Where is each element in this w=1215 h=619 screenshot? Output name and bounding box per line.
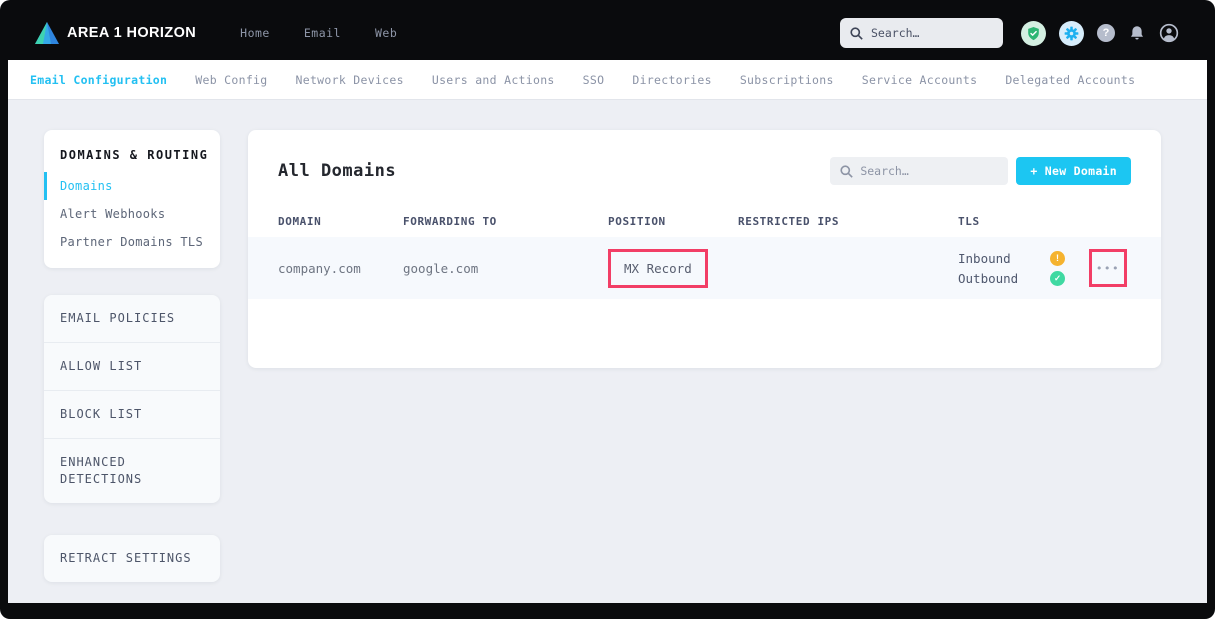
top-navbar: AREA 1 HORIZON Home Email Web: [8, 0, 1207, 60]
tab-email-configuration[interactable]: Email Configuration: [30, 73, 167, 87]
warning-status-icon: !: [1050, 251, 1065, 266]
topbar-icon-group: ?: [1021, 21, 1179, 46]
domains-search-box[interactable]: [830, 157, 1008, 185]
tls-inbound-label: Inbound: [958, 251, 1011, 266]
search-icon: [840, 165, 853, 178]
panel-header: All Domains + New Domain: [248, 130, 1161, 185]
domains-search-input[interactable]: [860, 164, 990, 178]
brand-name: AREA 1 HORIZON: [67, 25, 196, 41]
table-header-row: DOMAIN FORWARDING TO POSITION RESTRICTED…: [248, 205, 1161, 237]
column-header-position: POSITION: [608, 215, 738, 228]
cell-position: MX Record: [608, 249, 738, 288]
domains-routing-card: DOMAINS & ROUTING Domains Alert Webhooks…: [44, 130, 220, 268]
global-search-box[interactable]: [840, 18, 1003, 48]
tab-service-accounts[interactable]: Service Accounts: [862, 73, 978, 87]
retract-settings-card: RETRACT SETTINGS: [44, 535, 220, 582]
sidebar-item-allow-list[interactable]: ALLOW LIST: [44, 342, 220, 390]
sidebar-item-retract-settings[interactable]: RETRACT SETTINGS: [44, 535, 220, 582]
page-title: All Domains: [278, 161, 396, 181]
gear-icon[interactable]: [1059, 21, 1084, 46]
sidebar-item-alert-webhooks[interactable]: Alert Webhooks: [44, 200, 220, 228]
tls-inbound-line: Inbound !: [958, 251, 1065, 266]
table-row: company.com google.com MX Record Inbound…: [248, 237, 1161, 299]
tab-users-and-actions[interactable]: Users and Actions: [432, 73, 555, 87]
search-icon: [850, 27, 863, 40]
highlight-box-actions: •••: [1089, 249, 1127, 287]
global-search-input[interactable]: [871, 26, 981, 40]
tab-network-devices[interactable]: Network Devices: [296, 73, 404, 87]
sidebar-item-domains[interactable]: Domains: [44, 172, 220, 200]
check-status-icon: ✓: [1050, 271, 1065, 286]
policies-card: EMAIL POLICIES ALLOW LIST BLOCK LIST ENH…: [44, 295, 220, 503]
page-content: DOMAINS & ROUTING Domains Alert Webhooks…: [8, 100, 1207, 603]
cell-forwarding-to: google.com: [403, 261, 608, 276]
tls-outbound-line: Outbound ✓: [958, 271, 1065, 286]
row-actions-menu-button[interactable]: •••: [1096, 262, 1120, 275]
brand-logo[interactable]: AREA 1 HORIZON: [34, 21, 196, 45]
area1-triangle-logo-icon: [34, 21, 60, 45]
nav-item-web[interactable]: Web: [375, 26, 397, 40]
user-avatar-icon[interactable]: [1159, 23, 1179, 43]
tls-outbound-label: Outbound: [958, 271, 1018, 286]
top-nav: Home Email Web: [240, 26, 397, 40]
column-header-forwarding-to: FORWARDING TO: [403, 215, 608, 228]
new-domain-button[interactable]: + New Domain: [1016, 157, 1131, 185]
cell-domain: company.com: [278, 261, 403, 276]
nav-item-email[interactable]: Email: [304, 26, 341, 40]
highlight-box-position: MX Record: [608, 249, 708, 288]
all-domains-panel: All Domains + New Domain DOMAIN FORWARDI…: [248, 130, 1161, 368]
sidebar-item-block-list[interactable]: BLOCK LIST: [44, 390, 220, 438]
tab-sso[interactable]: SSO: [583, 73, 605, 87]
bell-icon[interactable]: [1128, 24, 1146, 42]
shield-check-icon[interactable]: [1021, 21, 1046, 46]
column-header-restricted-ips: RESTRICTED IPS: [738, 215, 958, 228]
settings-tabs-bar: Email Configuration Web Config Network D…: [8, 60, 1207, 100]
sidebar: DOMAINS & ROUTING Domains Alert Webhooks…: [44, 130, 220, 603]
tab-web-config[interactable]: Web Config: [195, 73, 267, 87]
help-icon[interactable]: ?: [1097, 24, 1115, 42]
tab-directories[interactable]: Directories: [632, 73, 711, 87]
cell-tls: Inbound ! Outbound ✓ •••: [958, 249, 1131, 287]
tls-status-block: Inbound ! Outbound ✓: [958, 251, 1065, 286]
column-header-tls: TLS: [958, 215, 1131, 228]
app-window: AREA 1 HORIZON Home Email Web: [0, 0, 1215, 619]
sidebar-item-email-policies[interactable]: EMAIL POLICIES: [44, 295, 220, 342]
nav-item-home[interactable]: Home: [240, 26, 270, 40]
sidebar-item-enhanced-detections[interactable]: ENHANCED DETECTIONS: [44, 438, 220, 503]
column-header-domain: DOMAIN: [278, 215, 403, 228]
domains-routing-title: DOMAINS & ROUTING: [44, 148, 220, 162]
tab-delegated-accounts[interactable]: Delegated Accounts: [1005, 73, 1135, 87]
sidebar-item-partner-domains-tls[interactable]: Partner Domains TLS: [44, 228, 220, 256]
tab-subscriptions[interactable]: Subscriptions: [740, 73, 834, 87]
